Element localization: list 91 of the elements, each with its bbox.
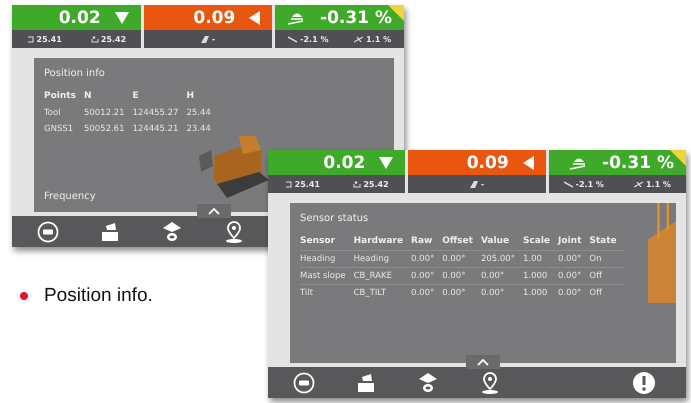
expand-button[interactable]: [197, 204, 231, 218]
reading-text: -: [212, 34, 216, 44]
triangle-left-icon: [522, 156, 534, 170]
column-header: State: [589, 234, 625, 250]
reading-text: -2.1 %: [576, 180, 604, 188]
table-cell: 0.00°: [411, 268, 442, 284]
cross-slope-icon: [634, 180, 644, 188]
reading-text: 25.42: [100, 34, 126, 44]
column-header: H: [186, 90, 196, 103]
bracket-icon: [26, 36, 34, 42]
table-cell: On: [589, 250, 625, 268]
table-cell: Heading: [354, 250, 412, 268]
column-header: E: [132, 90, 140, 103]
table-cell-text: Tool: [44, 107, 62, 120]
triangle-left-icon: [249, 10, 260, 24]
table-cell-text: GNSS1: [44, 123, 74, 136]
panel-title: Position info: [44, 68, 106, 79]
tile-value: -0.31 %: [602, 152, 674, 172]
table-cell: 1.00: [522, 250, 558, 268]
tile-value: 0.09: [466, 152, 509, 172]
tile-value: 0.02: [323, 152, 366, 172]
blade-icon: [200, 36, 210, 42]
reading-text: -2.1 %: [300, 34, 328, 44]
reading-text: 25.41: [294, 180, 320, 188]
table-cell: 0.00°: [558, 268, 590, 284]
bracket-icon: [284, 180, 293, 188]
bullet-text: Position info.: [44, 285, 153, 307]
reading-text: -: [480, 180, 484, 188]
table-cell: 0.00°: [558, 250, 590, 268]
chevron-up-icon: [477, 358, 489, 366]
table-cell: 0.00°: [442, 268, 481, 284]
folder-icon: [355, 372, 377, 394]
exclamation-icon: [632, 370, 656, 394]
keypad-icon: [37, 220, 59, 242]
expand-button[interactable]: [466, 355, 500, 369]
reading-text: 1.1 %: [646, 180, 671, 188]
column-header: Points: [44, 90, 77, 103]
reading-text: 25.41: [36, 34, 62, 44]
bracket-point-icon: [353, 180, 362, 188]
table-cell: Off: [589, 268, 625, 284]
section-label: Frequency: [44, 191, 97, 202]
location-pin-icon: [479, 370, 501, 394]
keypad-icon: [293, 372, 315, 394]
table-cell-text: 124445.21: [132, 123, 180, 136]
tile-value: 0.02: [58, 8, 101, 28]
table-cell: 0.00°: [480, 268, 523, 284]
table-cell: 0.00°: [411, 284, 442, 301]
table-cell-text: 50052.61: [84, 123, 126, 136]
table-cell-text: 50012.21: [84, 107, 126, 120]
reading-text: 25.42: [363, 180, 389, 188]
cross-slope-icon: [354, 36, 364, 42]
table-cell: 1.000: [522, 284, 558, 301]
blade-icon: [470, 180, 479, 188]
bracket-point-icon: [90, 36, 99, 42]
column-header: Sensor: [300, 234, 354, 250]
reading-text: 1.1 %: [366, 34, 392, 44]
table-cell: Heading: [300, 250, 354, 268]
table-cell: 205.00°: [480, 250, 523, 268]
table-cell: 0.00°: [411, 250, 442, 268]
column-header: N: [84, 90, 92, 103]
table-cell-text: 124455.27: [132, 107, 180, 120]
triangle-down-icon: [379, 156, 394, 168]
table-cell-text: 25.44: [186, 107, 212, 120]
table-cell: CB_RAKE: [354, 268, 412, 284]
table-cell: 0.00°: [442, 250, 481, 268]
table-cell: 1.000: [522, 268, 558, 284]
alert-button[interactable]: [632, 370, 656, 394]
folder-icon: [99, 220, 121, 242]
column-header: Offset: [442, 234, 481, 250]
bullet-dot: [20, 292, 28, 300]
slope-icon: [564, 180, 574, 188]
column-header: Value: [480, 234, 523, 250]
column-header: Raw: [411, 234, 442, 250]
column-header: Scale: [522, 234, 558, 250]
table-cell: Tilt: [300, 284, 354, 301]
location-pin-icon: [223, 220, 245, 244]
table-cell: 0.00°: [442, 284, 481, 301]
triangle-down-icon: [114, 12, 129, 24]
column-header: Hardware: [354, 234, 412, 250]
table-cell: Mast slope: [300, 268, 354, 284]
chevron-up-icon: [208, 208, 220, 214]
panel-title: Sensor status: [300, 213, 370, 224]
table-cell: Off: [589, 284, 625, 301]
column-header: Joint: [558, 234, 590, 250]
table-cell: CB_TILT: [354, 284, 412, 301]
table-cell: 0.00°: [480, 284, 523, 301]
tile-value: -0.31 %: [320, 8, 392, 28]
table-cell: 0.00°: [558, 284, 590, 301]
table-cell-text: 23.44: [186, 123, 212, 136]
tile-value: 0.09: [193, 8, 236, 28]
slope-icon: [288, 36, 298, 42]
